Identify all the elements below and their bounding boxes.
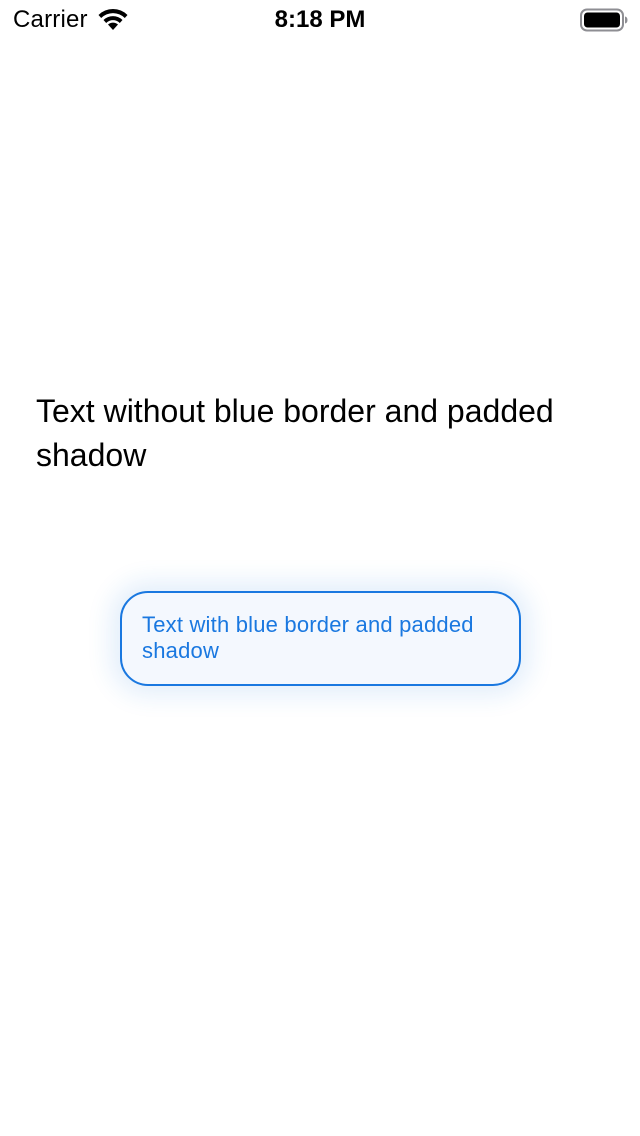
- battery-icon: [580, 8, 628, 32]
- plain-text-label: Text without blue border and padded shad…: [36, 393, 554, 473]
- status-bar: Carrier 8:18 PM: [0, 0, 640, 40]
- bordered-text-label: Text with blue border and padded shadow: [142, 612, 474, 663]
- bordered-shadow-container: Text with blue border and padded shadow: [120, 591, 521, 686]
- status-time: 8:18 PM: [274, 6, 366, 33]
